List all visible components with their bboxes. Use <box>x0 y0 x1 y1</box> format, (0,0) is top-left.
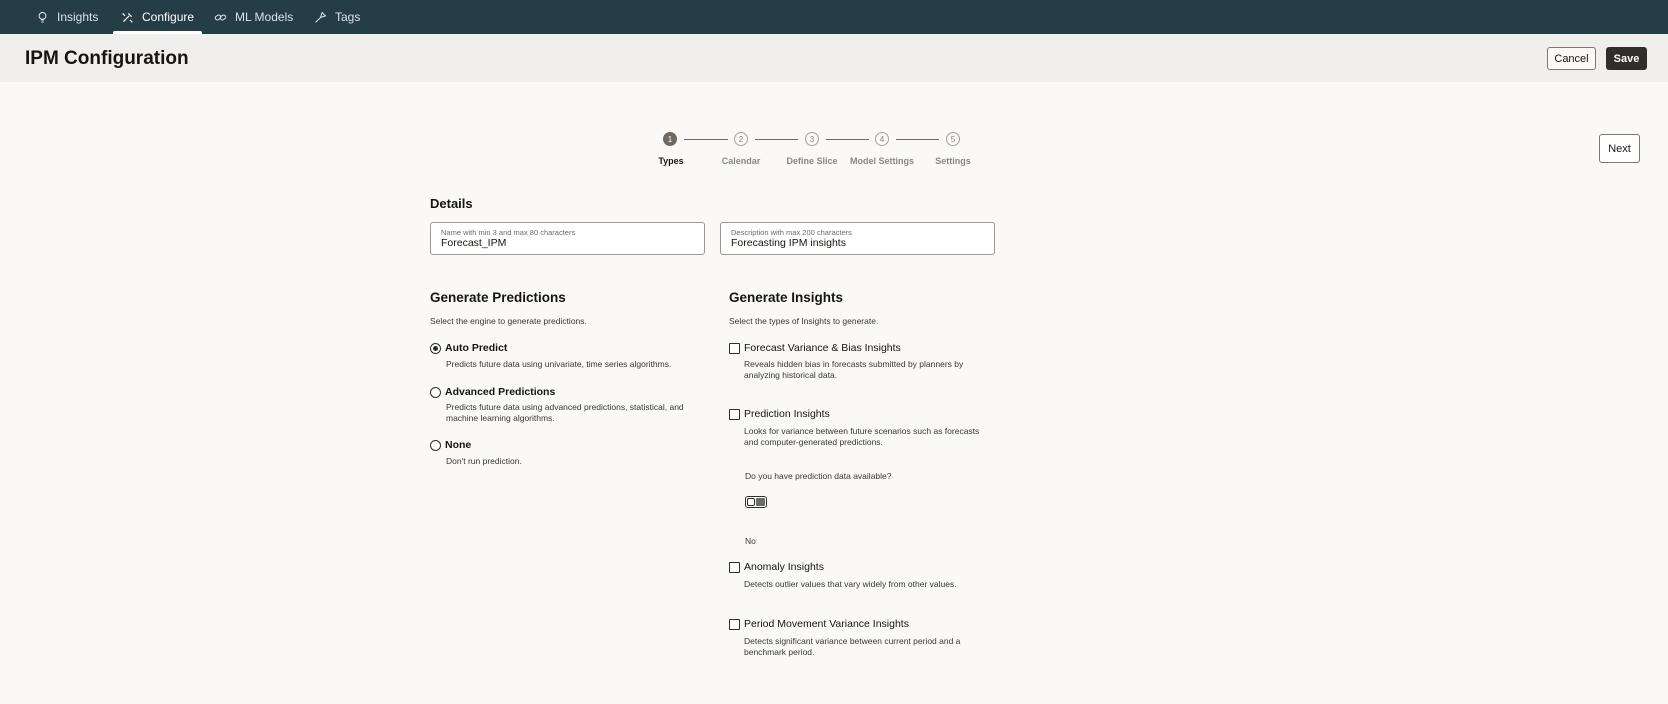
name-input[interactable] <box>441 237 691 249</box>
step-5-label: Settings <box>935 156 971 166</box>
anomaly-insights-desc: Detects outlier values that vary widely … <box>744 579 957 589</box>
toggle-knob <box>747 498 755 506</box>
step-3-label: Define Slice <box>786 156 838 166</box>
predictions-heading: Generate Predictions <box>430 290 566 305</box>
auto-predict-label[interactable]: Auto Predict <box>445 342 507 354</box>
page-title: IPM Configuration <box>25 48 189 69</box>
tools-icon <box>122 12 133 23</box>
none-radio[interactable] <box>430 440 441 451</box>
description-field[interactable]: Description with max 200 characters <box>720 222 995 255</box>
tab-label: Insights <box>57 10 99 24</box>
auto-predict-radio[interactable] <box>430 343 441 354</box>
forecast-variance-label[interactable]: Forecast Variance & Bias Insights <box>744 342 901 354</box>
step-2-label: Calendar <box>721 156 761 166</box>
prediction-insights-checkbox[interactable] <box>729 409 740 420</box>
step-3-marker[interactable]: 3 <box>805 132 819 146</box>
forecast-variance-desc: Reveals hidden bias in forecasts submitt… <box>744 359 964 380</box>
name-field-label: Name with min 3 and max 80 characters <box>441 228 576 237</box>
name-field[interactable]: Name with min 3 and max 80 characters <box>430 222 705 255</box>
cancel-button[interactable]: Cancel <box>1547 47 1596 70</box>
tab-insights[interactable]: Insights <box>36 0 98 34</box>
prediction-data-question: Do you have prediction data available? <box>745 471 892 481</box>
tab-label: Configure <box>142 10 195 24</box>
advanced-predictions-radio[interactable] <box>430 387 441 398</box>
details-heading: Details <box>430 196 473 211</box>
anomaly-insights-checkbox[interactable] <box>729 562 740 573</box>
insights-heading: Generate Insights <box>729 290 844 305</box>
predictions-subtitle: Select the engine to generate prediction… <box>430 316 587 326</box>
period-movement-checkbox[interactable] <box>729 619 740 630</box>
description-field-label: Description with max 200 characters <box>731 228 852 237</box>
save-button[interactable]: Save <box>1606 47 1647 70</box>
step-5-marker[interactable]: 5 <box>946 132 960 146</box>
next-button[interactable]: Next <box>1599 134 1640 163</box>
auto-predict-desc: Predicts future data using univariate, t… <box>446 359 672 369</box>
page-header: IPM Configuration <box>0 34 1668 82</box>
anomaly-insights-label[interactable]: Anomaly Insights <box>744 561 824 573</box>
link-icon <box>214 14 227 20</box>
prediction-insights-label[interactable]: Prediction Insights <box>744 408 830 420</box>
step-connector <box>684 139 728 140</box>
advanced-predictions-label[interactable]: Advanced Predictions <box>445 386 555 398</box>
tab-label: ML Models <box>235 10 294 24</box>
tag-icon <box>315 11 327 23</box>
step-1-label: Types <box>658 156 684 166</box>
forecast-variance-checkbox[interactable] <box>729 343 740 354</box>
none-desc: Don't run prediction. <box>446 456 522 466</box>
tab-configure[interactable]: Configure <box>113 0 203 34</box>
step-2-marker[interactable]: 2 <box>734 132 748 146</box>
advanced-predictions-desc: Predicts future data using advanced pred… <box>446 402 684 423</box>
lightbulb-icon <box>38 11 47 22</box>
step-connector <box>755 139 798 140</box>
period-movement-label[interactable]: Period Movement Variance Insights <box>744 618 909 630</box>
step-1-marker[interactable]: 1 <box>663 132 677 146</box>
top-nav: Insights Configure ML Models Tags <box>0 0 1668 34</box>
prediction-data-toggle-value: No <box>745 536 756 546</box>
step-connector <box>826 139 869 140</box>
step-4-label: Model Settings <box>849 156 915 166</box>
tab-ml-models[interactable]: ML Models <box>214 0 293 34</box>
prediction-insights-desc: Looks for variance between future scenar… <box>744 426 980 447</box>
tab-label: Tags <box>335 10 361 24</box>
toggle-track <box>756 498 765 506</box>
insights-subtitle: Select the types of Insights to generate… <box>729 316 879 326</box>
prediction-data-toggle[interactable] <box>745 496 767 508</box>
step-connector <box>896 139 939 140</box>
tab-tags[interactable]: Tags <box>314 0 360 34</box>
description-input[interactable] <box>731 237 981 249</box>
step-4-marker[interactable]: 4 <box>875 132 889 146</box>
none-label[interactable]: None <box>445 439 471 451</box>
period-movement-desc: Detects significant variance between cur… <box>744 636 961 657</box>
